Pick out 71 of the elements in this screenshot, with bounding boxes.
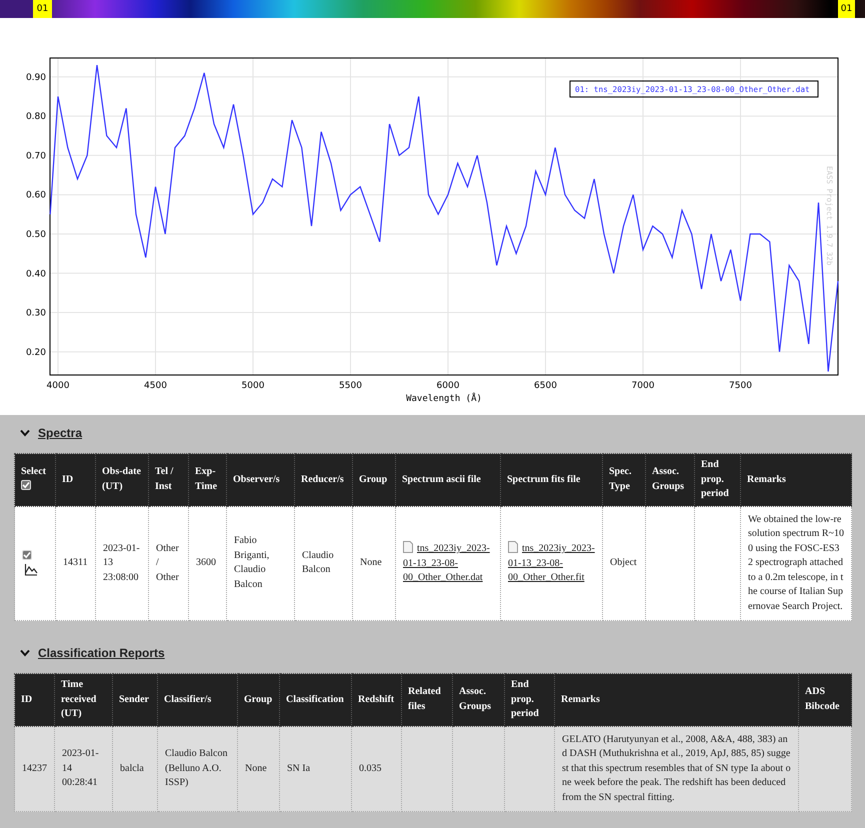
column-header: Observer/s: [226, 454, 294, 506]
table-cell: Object: [602, 506, 646, 620]
chart-icon[interactable]: [24, 563, 38, 576]
select-all-checkbox[interactable]: [21, 480, 31, 490]
column-header: Tel / Inst: [148, 454, 188, 506]
column-header: Obs-date (UT): [96, 454, 148, 506]
x-tick-label: 4500: [144, 381, 167, 391]
table-cell: Claudio Balcon (Belluno A.O. ISSP): [158, 726, 238, 812]
chevron-icon[interactable]: [20, 649, 30, 657]
y-tick-label: 0.60: [26, 190, 46, 201]
order-label: 01: [838, 0, 855, 18]
section-title-link[interactable]: Classification Reports: [38, 646, 165, 660]
column-header: Sender: [112, 674, 158, 726]
table-cell: None: [352, 506, 396, 620]
x-tick-label: 6000: [436, 381, 460, 391]
column-header: Time received (UT): [54, 674, 112, 726]
table-cell: 3600: [188, 506, 226, 620]
y-tick-label: 0.30: [26, 308, 46, 319]
y-tick-label: 0.50: [26, 230, 46, 240]
section-title-link[interactable]: Spectra: [38, 426, 82, 440]
x-tick-label: 5500: [339, 381, 362, 391]
table-cell: balcla: [112, 726, 158, 812]
column-header: Group: [238, 674, 280, 726]
column-header: Spec. Type: [602, 454, 646, 506]
table-cell: SN Ia: [280, 726, 352, 812]
x-tick-label: 6500: [534, 381, 557, 391]
table-cell: Fabio Briganti, Claudio Balcon: [226, 506, 294, 620]
table-cell: Other / Other: [148, 506, 188, 620]
column-header: Assoc. Groups: [452, 674, 504, 726]
column-header: Remarks: [740, 454, 852, 506]
column-header: Assoc. Groups: [646, 454, 694, 506]
column-header: Remarks: [554, 674, 798, 726]
x-tick-label: 7000: [632, 381, 654, 391]
table-cell: 14237: [14, 726, 54, 812]
order-label: 01: [33, 0, 52, 18]
column-header-label: Select: [21, 465, 47, 480]
table-cell: 2023-01-14 00:28:41: [54, 726, 112, 812]
table-cell: GELATO (Harutyunyan et al., 2008, A&A, 488, 383) and DASH (Muthukrishna et al., 2019, ApJ, 885, 85) suggest that this spectrum resembles that of SN type Ia about one week before the peak. The redshift has been deduced from the SN spectral fitting.: [554, 726, 798, 812]
table-cell: None: [238, 726, 280, 812]
column-header: Classification: [280, 674, 352, 726]
file-icon: [403, 541, 413, 553]
column-header: Classifier/s: [158, 674, 238, 726]
y-tick-label: 0.90: [26, 72, 46, 83]
column-header: Redshift: [352, 674, 402, 726]
column-header: End prop. period: [504, 674, 554, 726]
table-cell: 14311: [56, 506, 96, 620]
column-header: Reducer/s: [294, 454, 352, 506]
file-icon: [508, 541, 518, 553]
y-tick-label: 0.70: [26, 151, 46, 162]
table-cell: Claudio Balcon: [294, 506, 352, 620]
x-tick-label: 4000: [46, 381, 70, 391]
table-cell: 2023-01-13 23:08:00: [96, 506, 148, 620]
y-tick-label: 0.40: [26, 269, 46, 280]
column-header: Exp-Time: [188, 454, 226, 506]
x-tick-label: 5000: [242, 381, 264, 391]
column-header: Related files: [402, 674, 452, 726]
row-checkbox[interactable]: [22, 550, 32, 560]
y-tick-label: 0.20: [26, 348, 46, 358]
column-header: ADS Bibcode: [798, 674, 852, 726]
table-cell: We obtained the low-resolution spectrum R~100 using the FOSC-ES32 spectrograph attached to a 0.2m telescope, in the course of Italian Supernovae Search Project.: [740, 506, 852, 620]
column-header: Spectrum fits file: [500, 454, 602, 506]
column-header: End prop. period: [694, 454, 740, 506]
x-axis-title: Wavelength (Å): [406, 394, 482, 404]
column-header: ID: [56, 454, 96, 506]
column-header: ID: [14, 674, 54, 726]
chevron-icon[interactable]: [20, 429, 30, 437]
y-tick-label: 0.80: [26, 112, 46, 122]
table-cell: 0.035: [352, 726, 402, 812]
column-header: Group: [352, 454, 396, 506]
x-tick-label: 7500: [729, 381, 752, 391]
column-header: Spectrum ascii file: [396, 454, 500, 506]
